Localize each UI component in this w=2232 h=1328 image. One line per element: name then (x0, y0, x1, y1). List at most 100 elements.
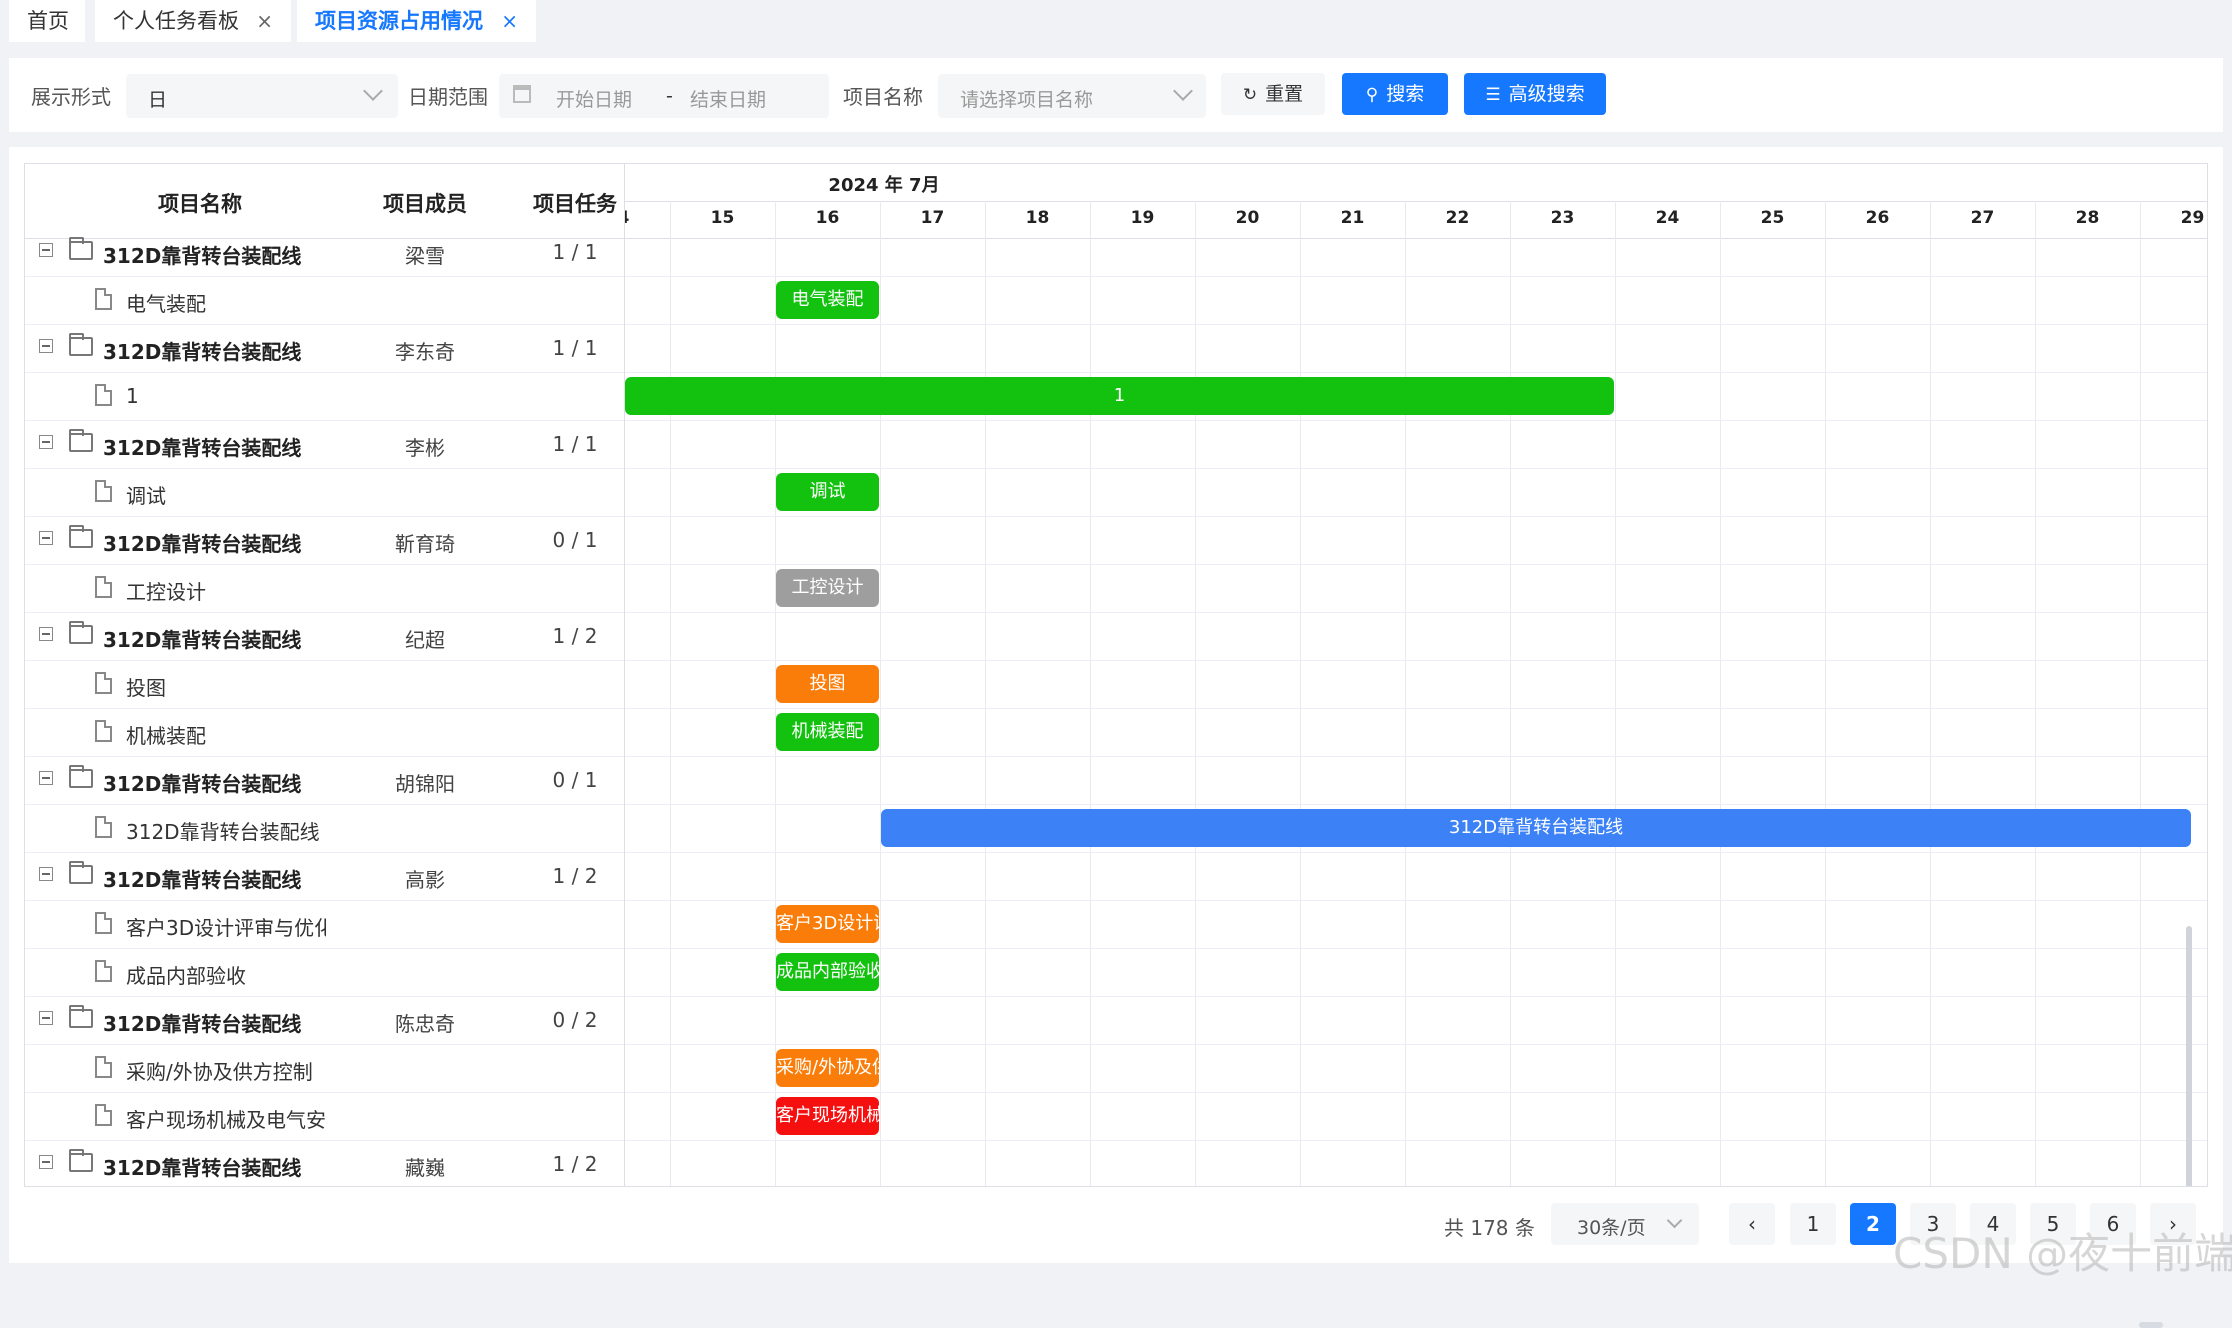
project-name: 312D靠背转台装配线 (103, 340, 302, 364)
task-bar[interactable]: 电气装配 (776, 281, 879, 319)
day-label: 29 (2180, 208, 2205, 228)
task-bar[interactable]: 调试 (776, 473, 879, 511)
task-bar[interactable]: 1 (625, 377, 1614, 415)
task-name: 312D靠背转台装配线 (126, 820, 320, 844)
tab-home[interactable]: 首页 (9, 0, 85, 42)
close-icon[interactable]: × (256, 0, 273, 42)
day-label: 25 (1760, 208, 1785, 228)
page-button[interactable]: 2 (1850, 1203, 1896, 1245)
task-bar[interactable]: 312D靠背转台装配线 (881, 809, 2191, 847)
task-bar[interactable]: 机械装配 (776, 713, 879, 751)
collapse-icon[interactable] (39, 435, 53, 449)
project-row[interactable]: 312D靠背转台装配线 陈忠奇 0 / 2 (25, 996, 624, 1045)
project-task-count: 1 / 2 (552, 864, 598, 888)
task-name: 调试 (126, 484, 166, 508)
task-row[interactable]: 客户现场机械及电气安装 (25, 1092, 624, 1141)
collapse-icon[interactable] (39, 771, 53, 785)
vertical-scrollbar[interactable] (2186, 926, 2192, 1186)
task-bar[interactable]: 采购/外协及供方控制 (776, 1049, 879, 1087)
chevron-down-icon (1666, 1212, 1683, 1229)
row-divider (625, 1044, 2207, 1045)
project-row[interactable]: 312D靠背转台装配线 藏巍 1 / 2 (25, 1140, 624, 1186)
task-row[interactable]: 成品内部验收 (25, 948, 624, 997)
horizontal-scrollbar[interactable] (2139, 1322, 2163, 1328)
day-label: 18 (1025, 208, 1050, 228)
file-icon (95, 720, 112, 742)
project-name: 312D靠背转台装配线 (103, 1156, 302, 1180)
task-row[interactable]: 采购/外协及供方控制 (25, 1044, 624, 1093)
task-bar[interactable]: 投图 (776, 665, 879, 703)
project-name: 312D靠背转台装配线 (103, 628, 302, 652)
task-name: 成品内部验收 (126, 964, 246, 988)
advanced-search-button[interactable]: ☰ 高级搜索 (1464, 73, 1606, 115)
project-name-label: 项目名称 (843, 85, 923, 109)
row-divider (625, 612, 2207, 613)
day-label: 28 (2075, 208, 2100, 228)
tab-personal-board[interactable]: 个人任务看板 × (95, 0, 291, 42)
project-select[interactable]: 请选择项目名称 (938, 74, 1206, 118)
project-name: 312D靠背转台装配线 (103, 436, 302, 460)
project-row[interactable]: 312D靠背转台装配线 胡锦阳 0 / 1 (25, 756, 624, 805)
task-row[interactable]: 312D靠背转台装配线 (25, 804, 624, 853)
project-task-count: 1 / 1 (552, 432, 598, 456)
gantt-chart: 项目名称 项目成员 项目任务 312D靠背转台装配线 梁雪 1 / 1 电气装配 312… (24, 163, 2208, 1187)
pagination-total: 共 178 条 (1444, 1216, 1535, 1240)
collapse-icon[interactable] (39, 1011, 53, 1025)
row-divider (625, 1092, 2207, 1093)
date-range-picker[interactable]: 开始日期 - 结束日期 (499, 74, 829, 118)
task-bar[interactable]: 客户现场机械及电气安装 (776, 1097, 879, 1135)
task-row[interactable]: 机械装配 (25, 708, 624, 757)
column-header-project-name[interactable]: 项目名称 (85, 188, 315, 218)
project-row[interactable]: 312D靠背转台装配线 李彬 1 / 1 (25, 420, 624, 469)
watermark: CSDN @夜十前端 (1893, 1229, 2232, 1278)
collapse-icon[interactable] (39, 531, 53, 545)
collapse-icon[interactable] (39, 1155, 53, 1169)
file-icon (95, 960, 112, 982)
collapse-icon[interactable] (39, 339, 53, 353)
project-task-count: 0 / 2 (552, 1008, 598, 1032)
folder-icon (69, 237, 93, 260)
tab-project-resource[interactable]: 项目资源占用情况 × (297, 0, 536, 42)
advanced-search-label: 高级搜索 (1508, 83, 1585, 105)
project-row[interactable]: 312D靠背转台装配线 纪超 1 / 2 (25, 612, 624, 661)
day-divider (1195, 201, 1196, 1186)
project-row[interactable]: 312D靠背转台装配线 梁雪 1 / 1 (25, 228, 624, 277)
collapse-icon[interactable] (39, 243, 53, 257)
task-row[interactable]: 调试 (25, 468, 624, 517)
search-button[interactable]: ⚲ 搜索 (1342, 73, 1448, 115)
folder-icon (69, 1149, 93, 1172)
row-divider (625, 948, 2207, 949)
task-bar[interactable]: 客户3D设计评审与优化 (776, 905, 879, 943)
start-date-input[interactable]: 开始日期 (556, 85, 632, 112)
row-divider (625, 660, 2207, 661)
prev-page-button[interactable]: ‹ (1729, 1203, 1775, 1245)
collapse-icon[interactable] (39, 627, 53, 641)
file-icon (95, 1056, 112, 1078)
task-row[interactable]: 工控设计 (25, 564, 624, 613)
task-row[interactable]: 电气装配 (25, 276, 624, 325)
end-date-input[interactable]: 结束日期 (690, 85, 766, 112)
file-icon (95, 576, 112, 598)
task-bar[interactable]: 成品内部验收 (776, 953, 879, 991)
day-divider (1615, 201, 1616, 1186)
date-range-label: 日期范围 (408, 85, 488, 109)
reset-button[interactable]: ↻ 重置 (1221, 73, 1325, 115)
project-row[interactable]: 312D靠背转台装配线 靳育琦 0 / 1 (25, 516, 624, 565)
page-button[interactable]: 1 (1790, 1203, 1836, 1245)
project-row[interactable]: 312D靠背转台装配线 高影 1 / 2 (25, 852, 624, 901)
collapse-icon[interactable] (39, 867, 53, 881)
task-row[interactable]: 投图 (25, 660, 624, 709)
timeline-month-header: 2024 年 7月 (625, 164, 2207, 202)
row-divider (625, 756, 2207, 757)
display-select[interactable]: 日 (126, 74, 398, 118)
column-header-task[interactable]: 项目任务 (485, 188, 624, 218)
page-size-value: 30条/页 (1577, 1217, 1646, 1239)
task-row[interactable]: 1 (25, 372, 624, 421)
project-row[interactable]: 312D靠背转台装配线 李东奇 1 / 1 (25, 324, 624, 373)
page-size-select[interactable]: 30条/页 (1551, 1203, 1699, 1245)
task-bar[interactable]: 工控设计 (776, 569, 879, 607)
close-icon[interactable]: × (501, 0, 518, 42)
day-label: 14 (625, 208, 670, 228)
task-row[interactable]: 客户3D设计评审与优化 (25, 900, 624, 949)
day-divider (880, 201, 881, 1186)
